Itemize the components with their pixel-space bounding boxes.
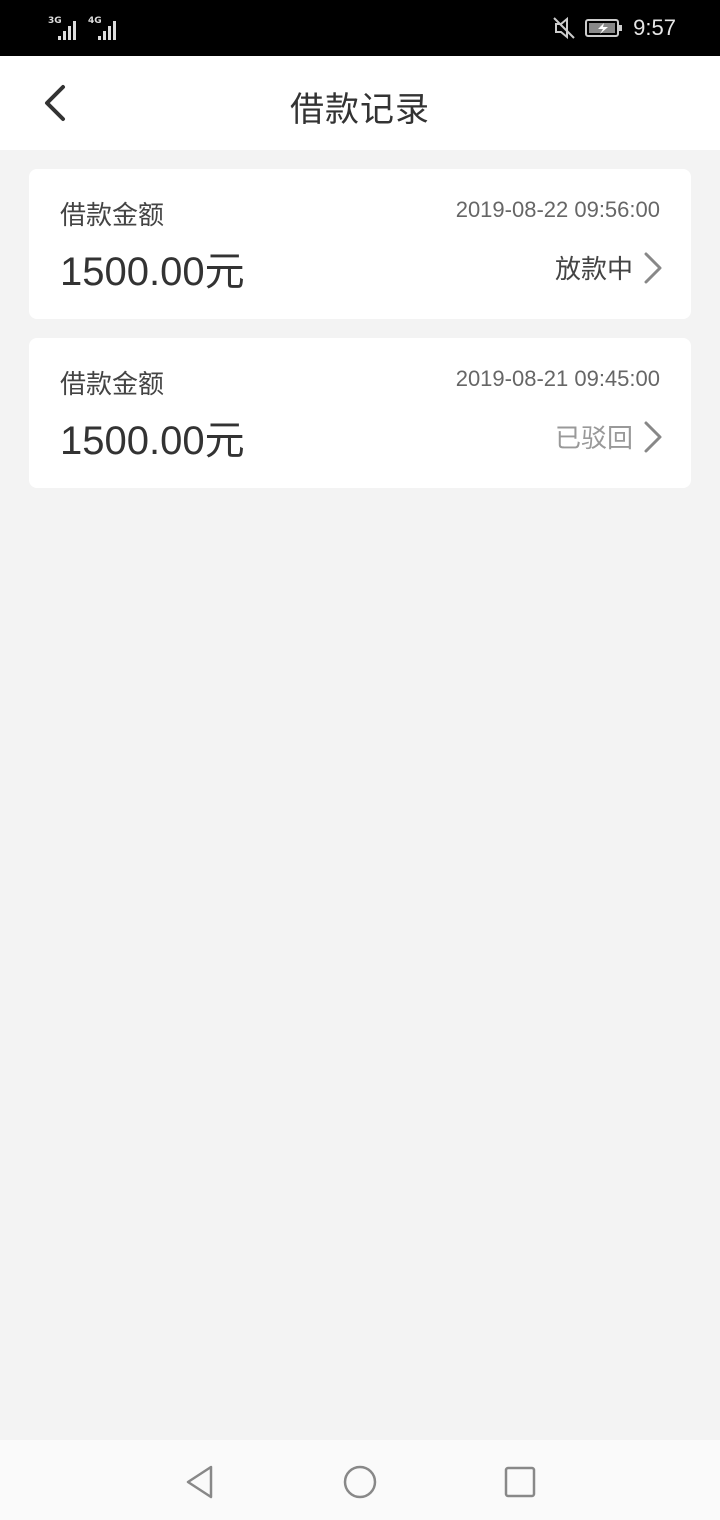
status-bar: 3G 4G 9:57 (0, 0, 720, 56)
loan-date: 2019-08-21 09:45:00 (455, 366, 660, 391)
loan-status-link[interactable]: 已驳回 (555, 418, 663, 455)
loan-amount-value: 1500.00元 (60, 419, 245, 463)
system-nav-bar (0, 1440, 720, 1520)
loan-record-list: 借款金额 2019-08-22 09:56:00 1500.00元 放款中 借款… (29, 169, 691, 507)
loan-status: 已驳回 (554, 424, 633, 454)
nav-home-button[interactable] (340, 1462, 380, 1502)
nav-recent-button[interactable] (500, 1462, 540, 1502)
battery-charging-icon (585, 19, 623, 37)
mute-icon (553, 16, 575, 40)
loan-record-card[interactable]: 借款金额 2019-08-22 09:56:00 1500.00元 放款中 (29, 169, 691, 319)
chevron-right-icon (644, 252, 662, 283)
loan-status-link[interactable]: 放款中 (555, 249, 663, 286)
triangle-back-icon (186, 1465, 213, 1499)
status-right-group: 9:57 (553, 14, 676, 42)
nav-back-button[interactable] (180, 1462, 220, 1502)
square-recent-icon (504, 1466, 536, 1498)
chevron-right-icon (644, 421, 662, 452)
circle-home-icon (343, 1465, 377, 1499)
loan-amount-label: 借款金额 (60, 201, 165, 231)
loan-record-card[interactable]: 借款金额 2019-08-21 09:45:00 1500.00元 已驳回 (29, 338, 691, 488)
loan-amount-value: 1500.00元 (60, 250, 245, 294)
page-title: 借款记录 (290, 90, 430, 130)
signal-bars-icon (98, 21, 116, 40)
app-header: 借款记录 (0, 56, 720, 150)
loan-date: 2019-08-22 09:56:00 (455, 197, 660, 222)
loan-status: 放款中 (554, 255, 633, 285)
signal-bars-icon (58, 21, 76, 40)
loan-amount-label: 借款金额 (60, 370, 165, 400)
status-time: 9:57 (633, 15, 676, 40)
